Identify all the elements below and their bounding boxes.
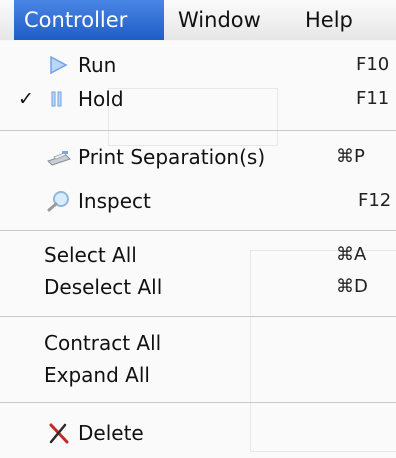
menu-item-label: Select All	[44, 243, 137, 267]
menu-item-label: Delete	[78, 421, 144, 445]
menu-item-label: Run	[78, 53, 117, 77]
menu-bar: Controller Window Help	[0, 0, 396, 41]
screen: Controller Window Help Run F10 ✓ Hold F1…	[0, 0, 396, 458]
menu-item-label: Expand All	[44, 363, 150, 387]
menu-item-deselect-all[interactable]: Deselect All ⌘D	[0, 270, 396, 304]
menu-separator	[0, 230, 396, 231]
menu-item-shortcut: ⌘P	[336, 146, 365, 167]
menu-item-label: Contract All	[44, 331, 162, 355]
menu-item-label: Inspect	[78, 189, 151, 213]
menu-item-delete[interactable]: Delete	[0, 416, 396, 450]
magnifier-icon	[46, 189, 72, 213]
menubar-item-controller[interactable]: Controller	[14, 0, 164, 40]
menu-item-inspect[interactable]: Inspect F12	[0, 184, 396, 218]
menu-item-shortcut: ⌘A	[336, 244, 367, 265]
menu-item-select-all[interactable]: Select All ⌘A	[0, 238, 396, 272]
menubar-item-help[interactable]: Help	[295, 0, 373, 40]
pause-icon	[46, 87, 72, 111]
menu-item-shortcut: F12	[358, 190, 392, 211]
menu-item-run[interactable]: Run F10	[0, 48, 396, 82]
checkmark-icon: ✓	[18, 88, 34, 110]
menu-item-shortcut: F11	[356, 88, 390, 109]
delete-x-icon	[46, 421, 72, 445]
menu-item-label: Deselect All	[44, 275, 163, 299]
menu-separator	[0, 130, 396, 131]
menubar-item-window[interactable]: Window	[168, 0, 282, 40]
menu-item-shortcut: ⌘D	[336, 276, 368, 297]
menu-separator	[0, 316, 396, 317]
menu-item-print-separations[interactable]: Print Separation(s) ⌘P	[0, 140, 396, 174]
menu-item-shortcut: F10	[356, 54, 390, 75]
menu-separator	[0, 402, 396, 403]
menu-item-label: Hold	[78, 87, 124, 111]
menu-item-hold[interactable]: ✓ Hold F11	[0, 82, 396, 116]
controller-dropdown-menu: Run F10 ✓ Hold F11 Print Separation(s) ⌘…	[0, 40, 396, 458]
printer-icon	[46, 145, 72, 169]
menu-item-label: Print Separation(s)	[78, 145, 266, 169]
menu-item-expand-all[interactable]: Expand All	[0, 358, 396, 392]
play-icon	[46, 53, 72, 77]
menu-item-contract-all[interactable]: Contract All	[0, 326, 396, 360]
